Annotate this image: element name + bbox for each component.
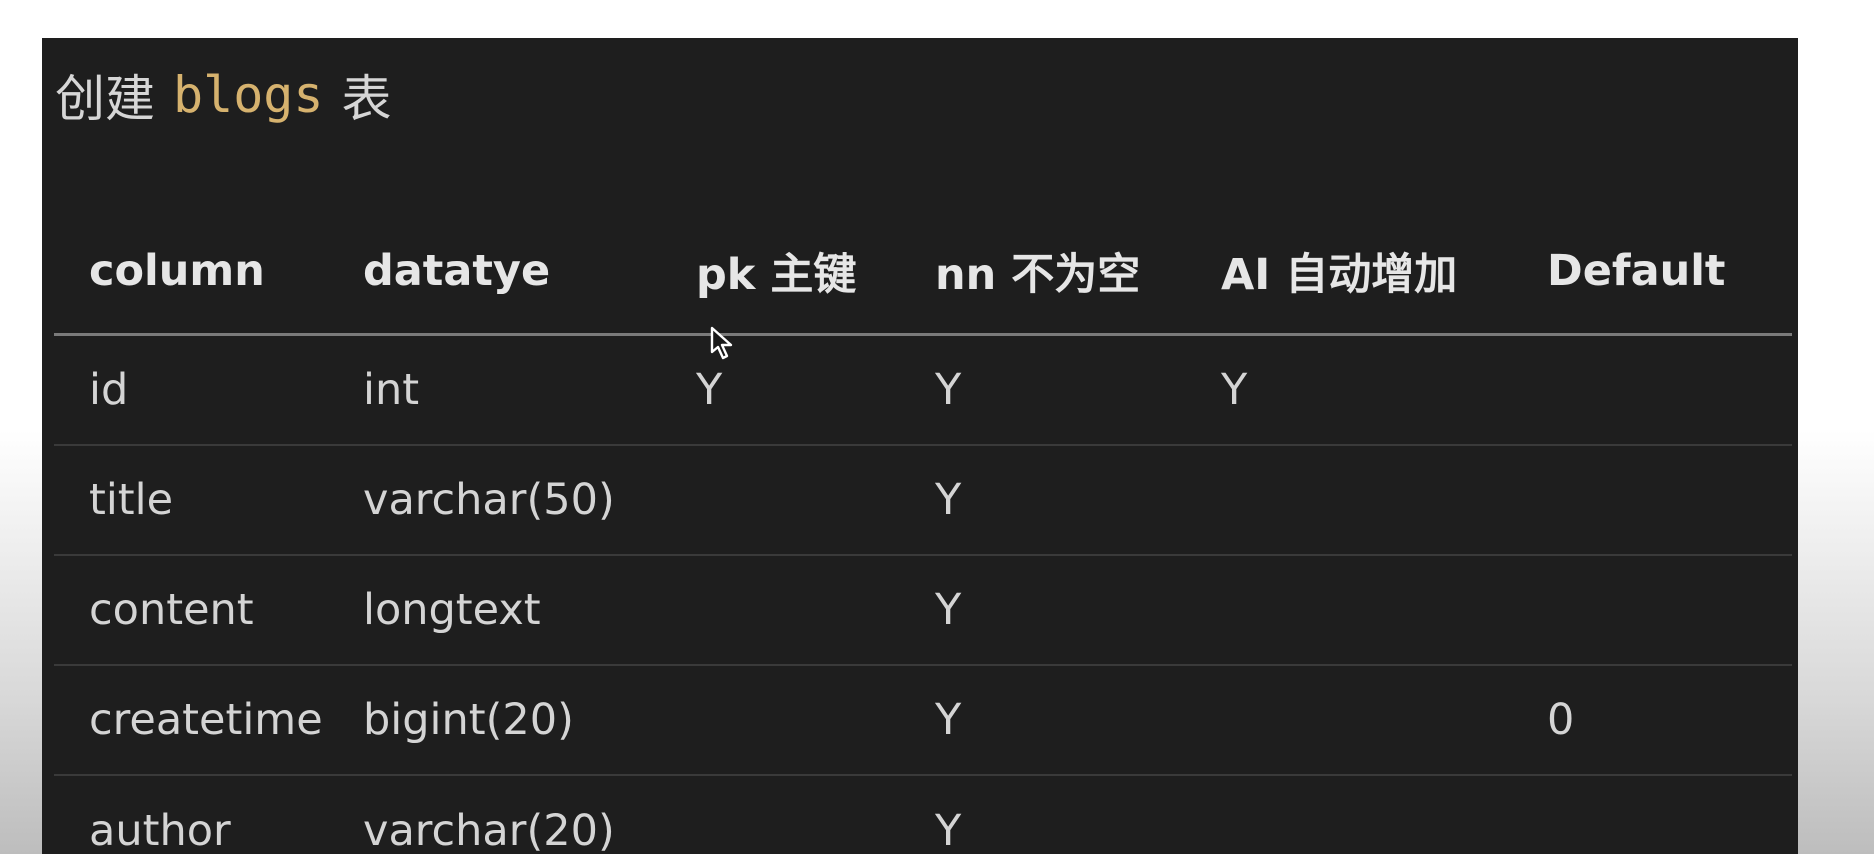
table-row: title varchar(50) Y [54,446,1792,556]
cell-datatype: bigint(20) [363,695,574,745]
cell-default: 0 [1547,695,1575,745]
cell-datatype: int [363,365,420,415]
cell-column: title [89,475,174,525]
cell-column: createtime [89,695,323,745]
header-ai: AI 自动增加 [1221,249,1458,300]
header-default: Default [1547,245,1726,296]
table-row: createtime bigint(20) Y 0 [54,666,1792,776]
cell-nn: Y [935,806,962,854]
cell-column: content [89,585,254,635]
header-column: column [89,245,265,296]
table-row: id int Y Y Y [54,336,1792,446]
title-prefix: 创建 [55,70,155,128]
header-nn: nn 不为空 [935,249,1141,300]
header-pk: pk 主键 [696,249,857,300]
cell-nn: Y [935,695,962,745]
title-suffix: 表 [341,70,392,128]
blogs-schema-table: column datatye pk 主键 nn 不为空 AI 自动增加 Defa… [54,208,1792,854]
mouse-pointer-icon [710,326,733,360]
cell-nn: Y [935,365,962,415]
table-row: author varchar(20) Y [54,776,1792,854]
header-datatype: datatye [363,245,551,296]
cell-column: author [89,806,231,854]
cell-nn: Y [935,475,962,525]
cell-ai: Y [1221,365,1248,415]
cell-datatype: longtext [363,585,541,635]
slide-title: 创建 blogs 表 [55,60,392,130]
cell-datatype: varchar(50) [363,475,615,525]
table-header-row: column datatye pk 主键 nn 不为空 AI 自动增加 Defa… [54,208,1792,336]
cell-nn: Y [935,585,962,635]
table-row: content longtext Y [54,556,1792,666]
title-code: blogs [173,66,324,124]
cell-pk: Y [696,365,723,415]
slide-panel: 创建 blogs 表 column datatye pk 主键 nn 不为空 A… [42,38,1798,854]
cell-datatype: varchar(20) [363,806,615,854]
cell-column: id [89,365,129,415]
